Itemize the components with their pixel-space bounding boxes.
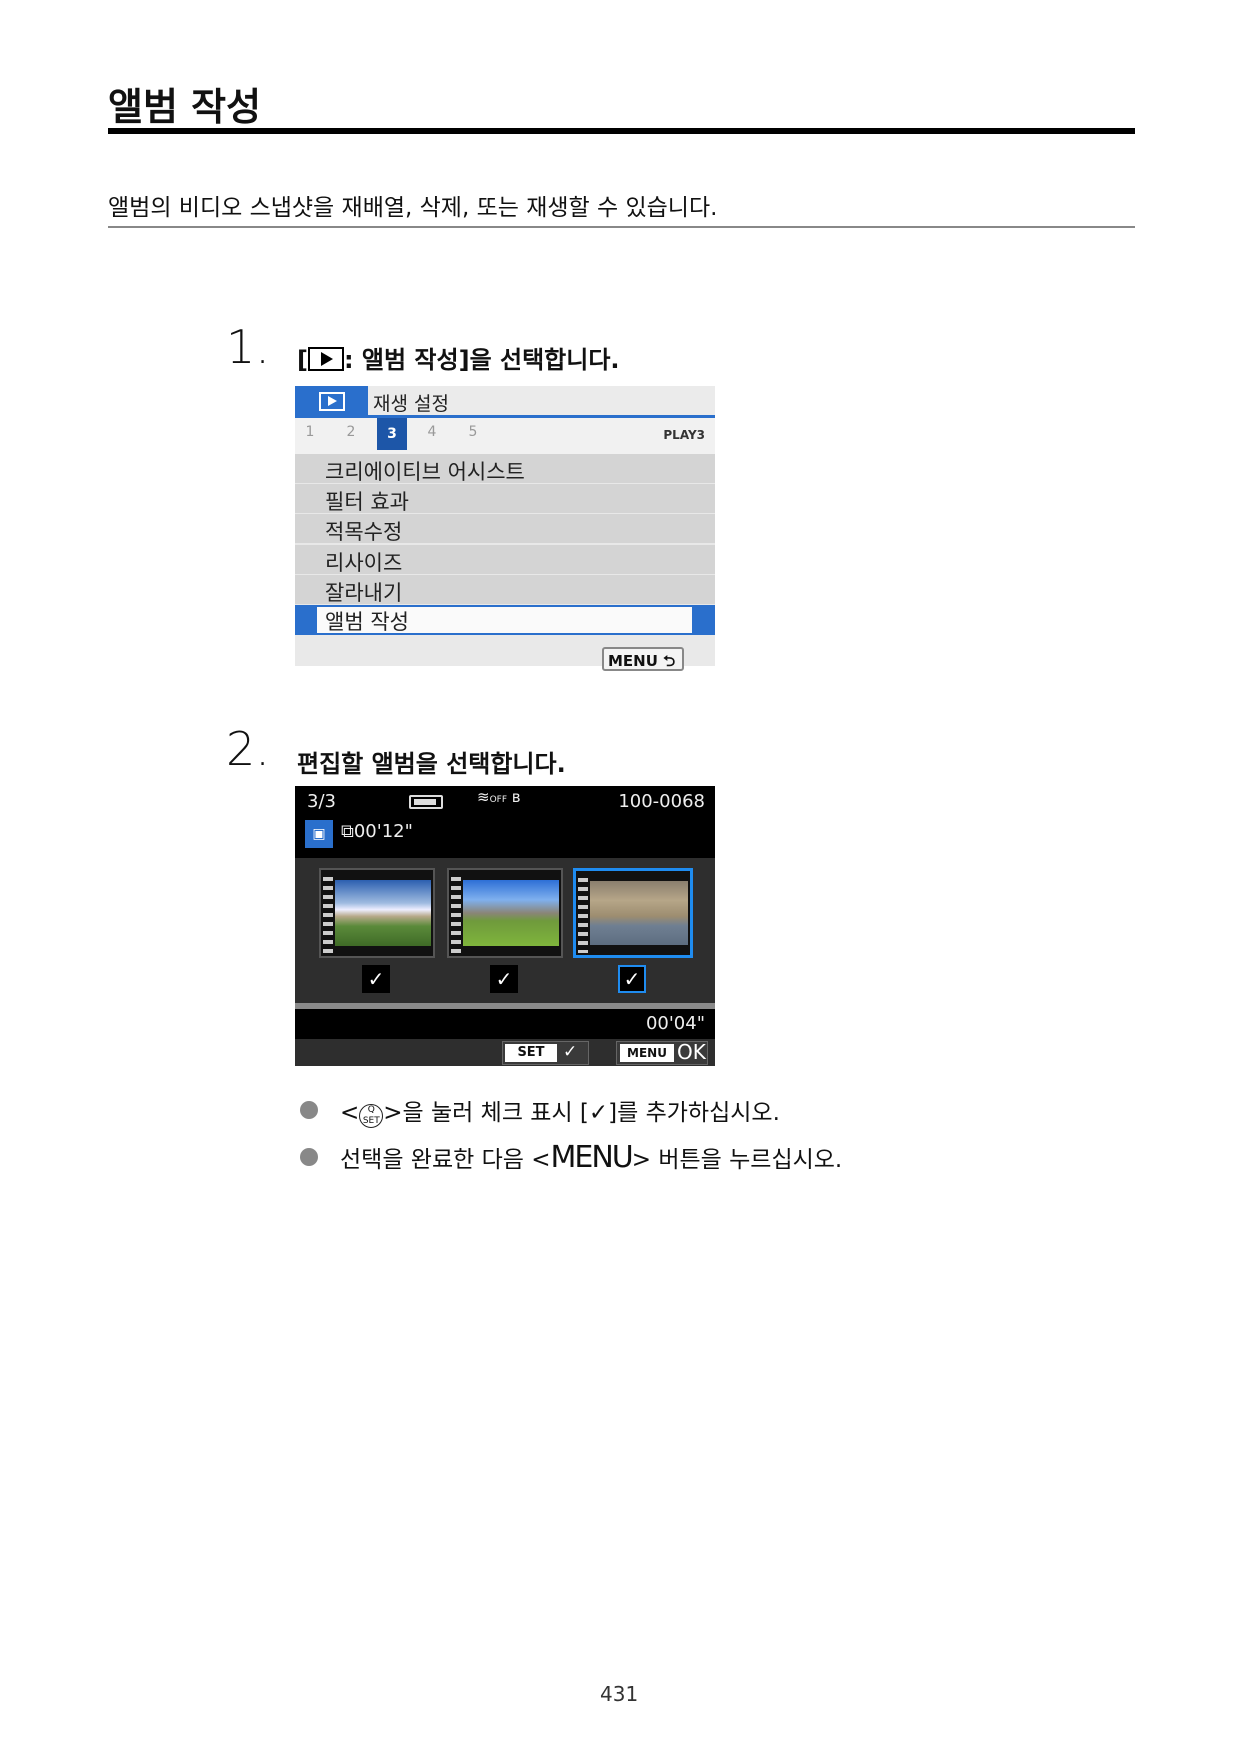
step-2-text: 편집할 앨범을 선택합니다. <box>297 750 566 778</box>
menu-item-resize[interactable]: 리사이즈 <box>295 545 715 576</box>
battery-icon <box>409 795 443 809</box>
menu-back-button[interactable]: MENU ⮌ <box>602 647 684 671</box>
intro-rule <box>108 226 1135 228</box>
menu-item-creative-assist[interactable]: 크리에이티브 어시스트 <box>295 454 715 485</box>
checkbox-1[interactable]: ✓ <box>362 965 390 993</box>
thumbnail-image <box>590 881 688 945</box>
bullet-1: < Q SET >을 눌러 체크 표시 [✓]를 추가하십시오. <box>300 1093 780 1128</box>
bullet-2: 선택을 완료한 다음 <MENU> 버튼을 누르십시오. <box>300 1140 842 1175</box>
file-number: 100-0068 <box>618 791 705 812</box>
tab-1[interactable]: 1 <box>295 424 325 440</box>
thumbnail-3[interactable] <box>573 868 693 958</box>
menu-ok-button[interactable]: MENU OK <box>616 1040 708 1065</box>
bullet-1-text: >을 눌러 체크 표시 [✓]를 추가하십시오. <box>383 1100 780 1126</box>
bullet-icon <box>300 1148 318 1166</box>
bullet-2-text-end: > 버튼을 누르십시오. <box>631 1147 843 1173</box>
menu-item-red-eye[interactable]: 적목수정 <box>295 514 715 545</box>
playback-icon <box>307 347 344 371</box>
menu-item-label: 앨범 작성 <box>325 610 409 634</box>
tab-label: PLAY3 <box>663 428 705 442</box>
film-strip-icon <box>323 872 333 954</box>
menu-item-label: 잘라내기 <box>325 581 403 605</box>
menu-item-label: 크리에이티브 어시스트 <box>325 460 525 484</box>
page-title: 앨범 작성 <box>108 85 262 129</box>
bracket: [ <box>297 346 308 374</box>
thumbnail-1[interactable] <box>319 868 435 958</box>
menu-item-label: 필터 효과 <box>325 490 409 514</box>
album-edit-screen: 3/3 ≋OFF ʙ 100-0068 ▣ ⧉00'12" ✓ ✓ ✓ 00'0… <box>295 786 715 1066</box>
tab-2[interactable]: 2 <box>336 424 366 440</box>
tab-4[interactable]: 4 <box>417 424 447 440</box>
menu-label: MENU <box>620 1044 674 1062</box>
menu-item-label: 리사이즈 <box>325 551 403 575</box>
step-1-text: [ : 앨범 작성]을 선택합니다. <box>297 340 620 375</box>
title-rule <box>108 128 1135 134</box>
checkbox-3[interactable]: ✓ <box>618 965 646 993</box>
checkbox-2[interactable]: ✓ <box>490 965 518 993</box>
menu-item-crop[interactable]: 잘라내기 <box>295 575 715 606</box>
page-number: 431 <box>600 1682 639 1706</box>
icon-q: Q <box>367 1105 375 1115</box>
album-length: ⧉00'12" <box>341 821 413 842</box>
album-icon: ▣ <box>305 820 333 848</box>
playback-settings-screen: 재생 설정 1 2 3 4 5 PLAY3 크리에이티브 어시스트 필터 효과 … <box>295 386 715 671</box>
step-2-number: 2. <box>226 722 270 776</box>
check-icon: ✓ <box>563 1042 578 1062</box>
image-index: 3/3 <box>307 791 336 812</box>
menu-item-label: 적목수정 <box>325 520 403 544</box>
album-length-value: 00'12" <box>353 821 413 842</box>
wifi-icon: ≋OFF ʙ <box>477 788 521 806</box>
menu-item-create-album[interactable]: 앨범 작성 <box>295 605 715 635</box>
menu-header-title: 재생 설정 <box>373 393 449 415</box>
page-tabs: 1 2 3 4 5 PLAY3 <box>295 418 715 454</box>
ok-label: OK <box>677 1040 706 1064</box>
playback-tab[interactable] <box>295 386 368 418</box>
playback-icon <box>319 392 345 411</box>
movie-icon: ⧉ <box>341 821 354 842</box>
set-label: SET <box>505 1044 557 1062</box>
set-check-button[interactable]: SET ✓ <box>502 1041 589 1065</box>
thumbnail-2[interactable] <box>447 868 563 958</box>
thumbnail-image <box>335 880 431 946</box>
bracket: < <box>340 1100 360 1126</box>
bullet-icon <box>300 1101 318 1119</box>
manual-page: 앨범 작성 앨범의 비디오 스냅샷을 재배열, 삭제, 또는 재생할 수 있습니… <box>0 0 1241 1749</box>
film-strip-icon <box>451 872 461 954</box>
thumbnail-image <box>463 880 559 946</box>
step-1-number: 1. <box>226 320 270 374</box>
clip-length: 00'04" <box>645 1013 705 1034</box>
menu-button-icon: MENU <box>550 1140 634 1175</box>
tab-3[interactable]: 3 <box>377 418 407 450</box>
tab-5[interactable]: 5 <box>458 424 488 440</box>
film-strip-icon <box>578 873 588 953</box>
menu-item-filter-effects[interactable]: 필터 효과 <box>295 484 715 515</box>
icon-set: SET <box>362 1116 380 1126</box>
wifi-status: OFF <box>489 795 508 805</box>
bullet-2-text: 선택을 완료한 다음 < <box>340 1147 551 1173</box>
q-set-button-icon: Q SET <box>359 1104 384 1128</box>
step-1-label: : 앨범 작성]을 선택합니다. <box>343 346 620 374</box>
intro-text: 앨범의 비디오 스냅샷을 재배열, 삭제, 또는 재생할 수 있습니다. <box>108 195 718 221</box>
